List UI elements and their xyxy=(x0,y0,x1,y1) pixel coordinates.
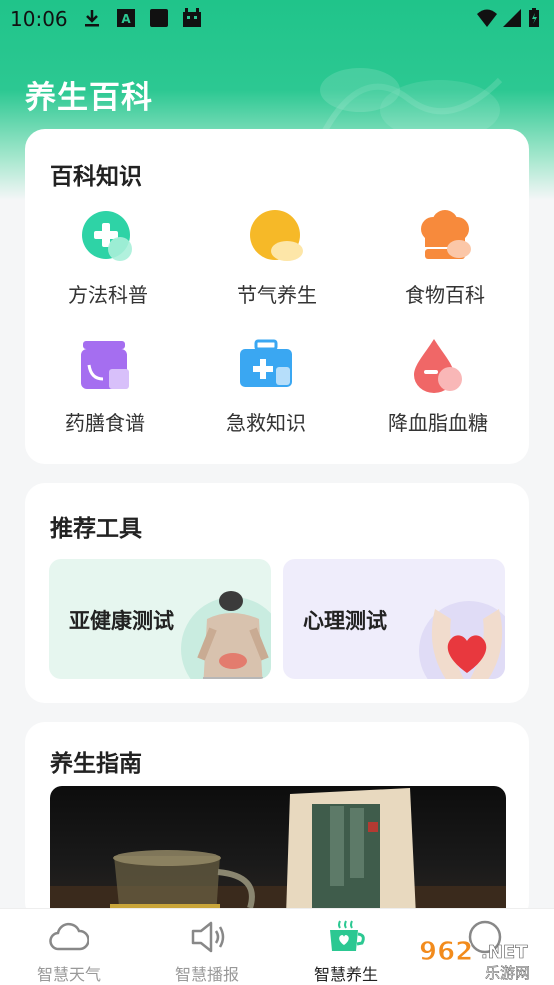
tool-label: 亚健康测试 xyxy=(69,609,174,633)
page-title: 养生百科 xyxy=(25,80,153,116)
guide-title: 养生指南 xyxy=(50,751,142,777)
tools-card: 推荐工具 亚健康测试 心理测试 xyxy=(25,483,529,703)
svg-text:乐游网: 乐游网 xyxy=(485,964,530,982)
tea-photo xyxy=(50,788,506,916)
watermark-logo: 962 .NET 乐游网 xyxy=(419,937,531,983)
sub-health-test-card[interactable]: 亚健康测试 xyxy=(49,559,271,679)
tab-smart-broadcast[interactable]: 智慧播报 xyxy=(138,909,276,985)
guide-article-image[interactable] xyxy=(50,786,506,916)
blood-drop-icon xyxy=(414,339,462,393)
wifi-icon xyxy=(477,9,497,27)
psychology-test-card[interactable]: 心理测试 xyxy=(283,559,505,679)
svg-text:962: 962 xyxy=(419,937,473,967)
cloud-icon xyxy=(49,922,89,951)
status-bar: 10:06 A xyxy=(0,0,554,38)
a-icon: A xyxy=(117,9,135,27)
category-method-science[interactable]: 方法科普 xyxy=(33,209,183,319)
first-aid-kit-icon xyxy=(240,339,292,387)
recipe-jar-icon xyxy=(81,341,129,389)
chef-hat-icon xyxy=(421,210,471,259)
tab-smart-health[interactable]: 智慧养生 xyxy=(277,909,415,985)
signal-icon xyxy=(503,9,521,27)
heart-hands-image xyxy=(419,601,505,679)
tab-label: 智慧播报 xyxy=(174,965,239,984)
battery-icon xyxy=(529,8,539,27)
category-lower-lipids-sugar[interactable]: 降血脂血糖 xyxy=(363,337,513,447)
tools-title: 推荐工具 xyxy=(50,516,142,542)
category-label: 药膳食谱 xyxy=(65,411,145,435)
guide-card: 养生指南 xyxy=(25,722,529,922)
svg-text:.NET: .NET xyxy=(481,942,528,963)
download-icon xyxy=(85,10,99,27)
svg-text:A: A xyxy=(121,12,131,26)
tab-label: 智慧养生 xyxy=(313,965,378,984)
category-first-aid[interactable]: 急救知识 xyxy=(191,337,341,447)
status-time: 10:06 xyxy=(10,7,68,31)
sun-cloud-icon xyxy=(250,210,303,261)
encyclopedia-card: 百科知识 方法科普 节气养生 食物百科 药膳食谱 急救知识 降血脂血糖 xyxy=(25,129,529,464)
category-label: 节气养生 xyxy=(237,283,317,307)
speaker-icon xyxy=(191,921,225,953)
category-label: 方法科普 xyxy=(68,283,148,307)
android-icon xyxy=(183,8,201,27)
tool-label: 心理测试 xyxy=(303,609,387,633)
medical-plus-icon xyxy=(82,211,132,261)
category-label: 食物百科 xyxy=(405,283,485,307)
tab-smart-weather[interactable]: 智慧天气 xyxy=(0,909,138,985)
tab-label: 智慧天气 xyxy=(36,965,101,984)
square-icon xyxy=(150,9,168,27)
category-label: 急救知识 xyxy=(226,411,306,435)
back-pain-image xyxy=(181,591,271,679)
tea-cup-icon xyxy=(330,920,365,951)
category-food-encyclopedia[interactable]: 食物百科 xyxy=(370,209,520,319)
category-herbal-recipes[interactable]: 药膳食谱 xyxy=(30,337,180,447)
category-label: 降血脂血糖 xyxy=(388,411,488,435)
encyclopedia-title: 百科知识 xyxy=(50,164,142,190)
category-seasonal-health[interactable]: 节气养生 xyxy=(202,209,352,319)
